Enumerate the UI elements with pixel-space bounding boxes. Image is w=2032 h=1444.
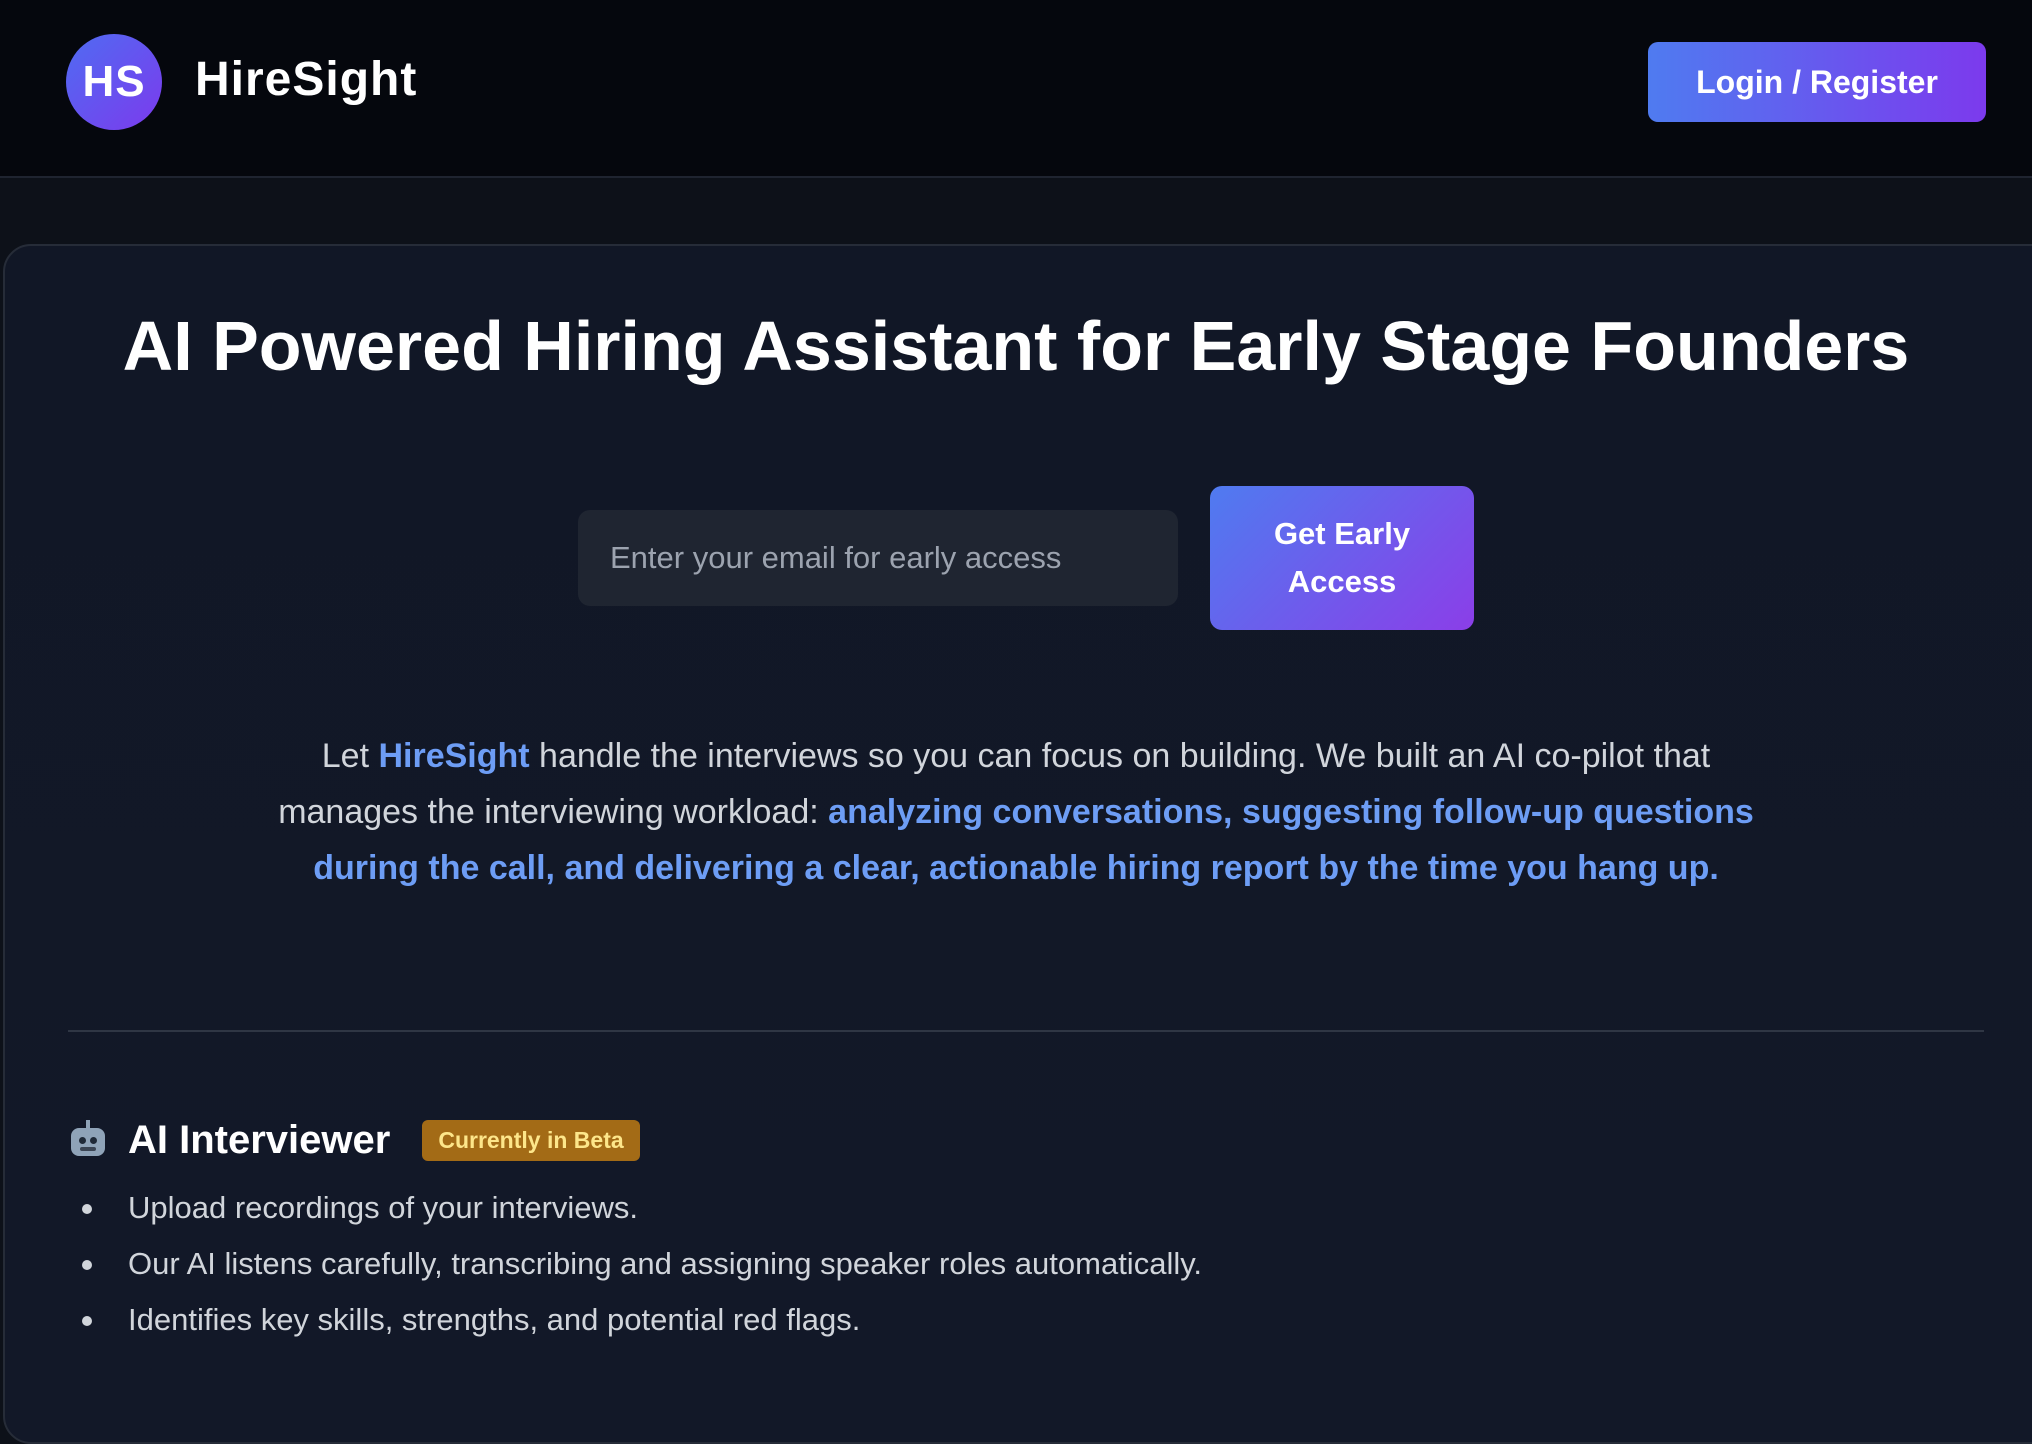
- list-item-text: Identifies key skills, strengths, and po…: [128, 1302, 861, 1337]
- bullet-icon: [82, 1316, 92, 1326]
- top-navbar: HS HireSight Login / Register: [0, 0, 2032, 178]
- bullet-icon: [82, 1260, 92, 1270]
- get-early-access-button[interactable]: Get Early Access: [1210, 486, 1474, 630]
- list-item: Our AI listens carefully, transcribing a…: [68, 1236, 1202, 1292]
- early-access-email-input[interactable]: [578, 510, 1178, 606]
- page-title: AI Powered Hiring Assistant for Early St…: [122, 307, 1910, 385]
- bullet-icon: [82, 1204, 92, 1214]
- list-item-text: Upload recordings of your interviews.: [128, 1190, 639, 1225]
- section-divider: [68, 1030, 1984, 1032]
- list-item: Identifies key skills, strengths, and po…: [68, 1292, 1202, 1348]
- feature-list: Upload recordings of your interviews. Ou…: [68, 1180, 1202, 1348]
- logo-avatar[interactable]: HS: [66, 34, 162, 130]
- list-item: Upload recordings of your interviews.: [68, 1180, 1202, 1236]
- robot-icon: [68, 1120, 108, 1160]
- intro-paragraph: Let HireSight handle the interviews so y…: [250, 728, 1782, 896]
- list-item-text: Our AI listens carefully, transcribing a…: [128, 1246, 1203, 1281]
- feature-heading: AI Interviewer Currently in Beta: [68, 1112, 640, 1168]
- feature-title: AI Interviewer: [128, 1117, 391, 1162]
- beta-status-badge: Currently in Beta: [422, 1119, 640, 1161]
- intro-brand-highlight: HireSight: [378, 737, 530, 775]
- intro-prefix: Let: [321, 737, 379, 775]
- brand-name[interactable]: HireSight: [195, 52, 417, 107]
- login-register-button[interactable]: Login / Register: [1648, 42, 1986, 122]
